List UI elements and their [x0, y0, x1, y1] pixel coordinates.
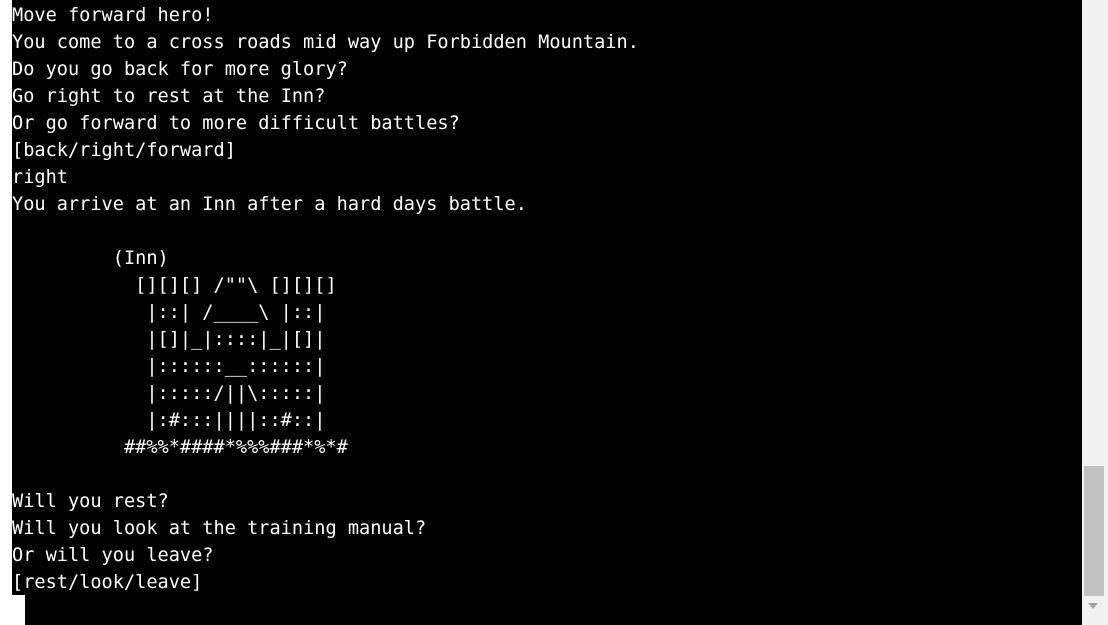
terminal-line: [back/right/forward] — [12, 140, 236, 161]
inn-art-line: ##%%*####*%%%###*%*# — [12, 437, 348, 458]
scrollbar-thumb[interactable] — [1084, 466, 1104, 596]
terminal-output[interactable]: Move forward hero! You come to a cross ro… — [12, 0, 1082, 595]
inn-art-line: |::| /____\ |::| — [12, 302, 326, 323]
inn-art-line: |[]|_|::::|_|[]| — [12, 329, 326, 350]
terminal-line: Move forward hero! — [12, 5, 214, 26]
terminal-line: Will you look at the training manual? — [12, 518, 427, 539]
inn-art-line: |:#:::||||::#::| — [12, 410, 326, 431]
terminal-line: Or go forward to more difficult battles? — [12, 113, 460, 134]
terminal-line: right — [12, 167, 68, 188]
terminal-line: Do you go back for more glory? — [12, 59, 348, 80]
inn-art-line: |:::::/||\:::::| — [12, 383, 326, 404]
terminal-line: Will you rest? — [12, 491, 169, 512]
inn-art-label: (Inn) — [12, 248, 169, 269]
terminal-line: You come to a cross roads mid way up For… — [12, 32, 639, 53]
inn-art-line: |::::::__::::::| — [12, 356, 326, 377]
terminal-line: Go right to rest at the Inn? — [12, 86, 326, 107]
terminal-line: You arrive at an Inn after a hard days b… — [12, 194, 527, 215]
inn-art-line: [][][] /""\ [][][] — [12, 275, 337, 296]
scroll-down-arrow-icon[interactable] — [1088, 603, 1098, 609]
terminal-input-area[interactable] — [25, 595, 1082, 625]
terminal-text: Move forward hero! You come to a cross ro… — [12, 2, 1082, 595]
scrollbar[interactable] — [1082, 0, 1108, 625]
terminal-prompt: [rest/look/leave] — [12, 572, 203, 593]
terminal-line: Or will you leave? — [12, 545, 214, 566]
